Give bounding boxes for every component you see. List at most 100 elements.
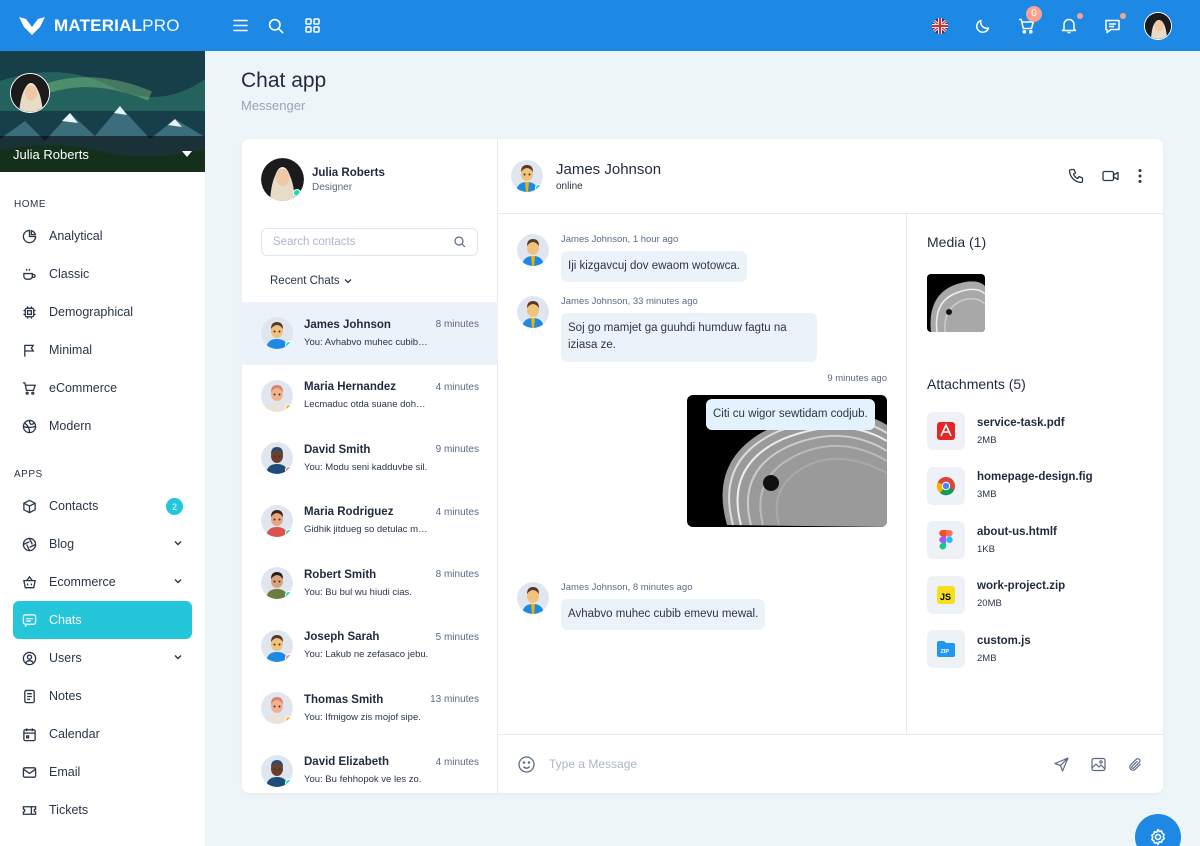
contact-item[interactable]: James JohnsonYou: Avhabvo muhec cubib em… — [242, 302, 498, 365]
attachment-size: 2MB — [977, 434, 997, 446]
sidebar: Julia Roberts HOME Analytical Classic De… — [0, 51, 205, 846]
notifications-button[interactable] — [1058, 12, 1083, 37]
contact-last-message: You: Lakub ne zefasaco jebu. — [304, 649, 429, 661]
send-icon[interactable] — [1054, 756, 1069, 772]
phone-icon[interactable] — [1068, 168, 1084, 184]
attachment-item[interactable]: ZIP custom.js 2MB — [927, 622, 1163, 677]
current-user-avatar[interactable] — [261, 158, 304, 201]
contact-avatar — [261, 692, 293, 725]
message-bubble: Iji kizgavcuj dov ewaom wotowca. — [561, 251, 747, 283]
page-title: Chat app — [241, 69, 327, 92]
media-thumbnail[interactable] — [927, 274, 985, 332]
pdf-icon — [927, 412, 965, 451]
user-avatar[interactable] — [1144, 11, 1172, 40]
menu-toggle-button[interactable] — [229, 15, 251, 37]
apps-grid-button[interactable] — [301, 15, 323, 37]
contact-time: 8 minutes — [435, 569, 479, 580]
contact-item[interactable]: David Smith You: Modu seni kadduvbe sil. 9… — [242, 427, 498, 490]
chat-partner-status: online — [556, 180, 583, 192]
sidebar-item-calendar[interactable]: Calendar — [13, 715, 192, 753]
sidebar-item-blog[interactable]: Blog — [13, 525, 192, 563]
contact-last-message: You: Ifmigow zis mojof sipe. — [304, 711, 421, 723]
sidebar-item-contacts[interactable]: Contacts 2 — [13, 487, 192, 525]
uk-flag-icon — [932, 17, 948, 34]
attachment-item[interactable]: service-task.pdf 2MB — [927, 404, 1163, 459]
attachment-name: about-us.htmlf — [977, 525, 1057, 538]
sidebar-item-chats[interactable]: Chats — [13, 601, 192, 639]
sidebar-item-classic[interactable]: Classic — [13, 255, 192, 293]
sidebar-item-label: Calendar — [49, 727, 100, 741]
attachment-item[interactable]: JS work-project.zip 20MB — [927, 568, 1163, 623]
message-composer: Type a Message — [498, 734, 1163, 793]
chat-card: Julia Roberts Designer Search contacts R… — [242, 139, 1163, 793]
recent-chats-dropdown[interactable]: Recent Chats — [270, 275, 353, 287]
svg-text:JS: JS — [940, 592, 951, 602]
sidebar-item-label: Ecommerce — [49, 575, 116, 589]
contact-item[interactable]: Joseph Sarah You: Lakub ne zefasaco jebu.… — [242, 615, 498, 678]
calendar-icon — [23, 727, 36, 741]
sidebar-item-label: Email — [49, 765, 81, 779]
contact-item[interactable]: Thomas Smith You: Ifmigow zis mojof sipe.… — [242, 677, 498, 740]
search-contacts-input[interactable]: Search contacts — [261, 228, 478, 256]
sidebar-item-modern[interactable]: Modern — [13, 407, 192, 445]
message-input[interactable]: Type a Message — [549, 757, 637, 771]
contact-item[interactable]: David Elizabeth You: Bu fehhopok ve les z… — [242, 740, 498, 794]
sidebar-item-users[interactable]: Users — [13, 639, 192, 677]
cpu-icon — [23, 305, 36, 319]
pie-chart-icon — [22, 229, 37, 243]
emoji-icon[interactable] — [518, 755, 535, 773]
profile-avatar[interactable] — [10, 73, 50, 113]
sidebar-item-label: Demographical — [49, 305, 134, 319]
brand-logo[interactable]: MATERIALPRO — [0, 15, 205, 37]
attachment-size: 20MB — [977, 598, 1002, 610]
profile-name: Julia Roberts — [13, 146, 89, 162]
sidebar-item-notes[interactable]: Notes — [13, 677, 192, 715]
sidebar-item-label: Analytical — [49, 229, 103, 243]
search-button[interactable] — [265, 15, 287, 37]
media-title: Media (1) — [927, 234, 987, 250]
online-status-dot — [535, 184, 543, 192]
image-attach-icon[interactable] — [1091, 757, 1106, 772]
attachment-size: 3MB — [977, 489, 997, 501]
sidebar-item-analytical[interactable]: Analytical — [13, 217, 192, 255]
contact-avatar — [261, 504, 293, 537]
sidebar-item-ecommerce[interactable]: eCommerce — [13, 369, 192, 407]
attachment-item[interactable]: about-us.htmlf 1KB — [927, 513, 1163, 568]
gear-icon — [1151, 828, 1165, 846]
top-bar: MATERIALPRO 0 — [0, 0, 1200, 51]
contact-item[interactable]: Maria Hernandez Lecmaduc otda suane dohu … — [242, 365, 498, 428]
attachment-size: 2MB — [977, 652, 997, 664]
contact-time: 9 minutes — [435, 444, 479, 455]
basket-icon — [23, 575, 36, 588]
box-icon — [23, 499, 36, 513]
sender-avatar — [517, 296, 549, 328]
sidebar-item-label: Chats — [49, 613, 82, 627]
avatar-image — [1145, 12, 1171, 39]
cart-button[interactable]: 0 — [1015, 5, 1042, 37]
avatar-image — [517, 296, 549, 328]
sidebar-item-email[interactable]: Email — [13, 753, 192, 791]
sidebar-item-label: Contacts — [49, 499, 99, 513]
contact-item[interactable]: Robert Smith You: Bu bul wu hiudi cias. 8 … — [242, 552, 498, 615]
user-circle-icon — [22, 651, 37, 665]
sidebar-item-demographical[interactable]: Demographical — [13, 293, 192, 331]
contact-time: 8 minutes — [435, 319, 479, 330]
language-button[interactable] — [929, 15, 951, 37]
sidebar-item-ecommerce-app[interactable]: Ecommerce — [13, 563, 192, 601]
profile-dropdown[interactable]: Julia Roberts — [0, 136, 205, 172]
sidebar-item-tickets[interactable]: Tickets — [13, 791, 192, 829]
chat-partner-avatar[interactable] — [511, 160, 543, 192]
dark-mode-toggle[interactable] — [972, 15, 994, 37]
settings-fab-button[interactable] — [1135, 814, 1181, 846]
video-call-icon[interactable] — [1102, 168, 1119, 184]
paperclip-icon[interactable] — [1128, 757, 1143, 772]
sidebar-item-minimal[interactable]: Minimal — [13, 331, 192, 369]
attachment-name: homepage-design.fig — [977, 471, 1093, 484]
attachment-item[interactable]: homepage-design.fig 3MB — [927, 459, 1163, 514]
message-meta: James Johnson, 33 minutes ago — [561, 296, 698, 307]
messages-button[interactable] — [1101, 12, 1126, 37]
contact-avatar — [261, 567, 293, 600]
contact-item[interactable]: Maria Rodriguez Gidhik jitdueg so detulac… — [242, 490, 498, 553]
logo-icon — [19, 16, 45, 35]
more-options-icon[interactable] — [1137, 168, 1143, 184]
